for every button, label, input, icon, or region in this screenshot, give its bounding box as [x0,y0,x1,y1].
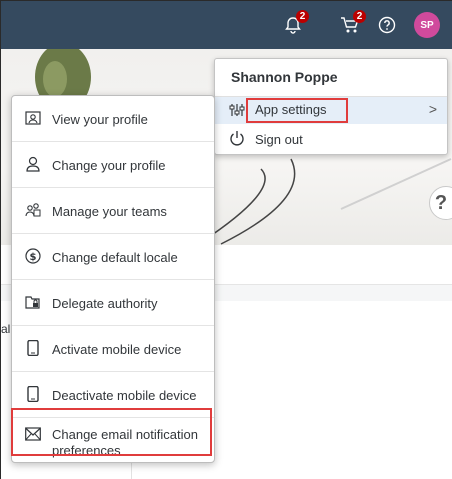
shell-bar: 2 2 SP [1,1,452,49]
user-avatar-button[interactable]: SP [414,12,440,38]
cart-button[interactable]: 2 [336,10,366,39]
menu-item-change-locale[interactable]: $ Change default locale [12,234,214,280]
menu-item-manage-teams[interactable]: Manage your teams [12,188,214,234]
notifications-button[interactable]: 2 [279,10,309,39]
menu-label: Manage your teams [52,204,167,219]
menu-item-delegate-authority[interactable]: Delegate authority [12,280,214,326]
menu-item-activate-mobile[interactable]: Activate mobile device [12,326,214,372]
chevron-right-icon: > [428,101,437,117]
menu-label: Delegate authority [52,296,158,311]
mobile-icon [27,386,39,402]
menu-label: Change default locale [52,250,178,265]
menu-item-view-profile[interactable]: View your profile [12,96,214,142]
menu-label: Activate mobile device [52,342,182,357]
notifications-badge: 2 [296,10,309,23]
truncated-label: al [1,322,11,336]
sign-out-label: Sign out [255,132,303,147]
help-button[interactable] [373,11,401,39]
help-icon [378,16,396,34]
user-name: Shannon Poppe [231,69,338,85]
menu-label: Deactivate mobile device [52,388,197,403]
menu-label: View your profile [52,112,148,127]
power-icon [230,131,244,146]
profile-card-icon [25,111,41,125]
menu-item-app-settings[interactable]: App settings > [215,96,447,124]
currency-icon: $ [25,248,41,264]
app-settings-label: App settings [255,102,327,117]
paper-clip-decoration [202,158,452,245]
menu-label: Change your profile [52,158,166,173]
email-preferences-highlight-box [11,408,212,456]
mobile-icon [27,340,39,356]
team-icon [25,203,41,217]
person-icon [26,156,40,172]
sliders-icon [229,104,245,116]
locked-folder-icon [25,296,40,309]
menu-item-change-profile[interactable]: Change your profile [12,142,214,188]
svg-text:$: $ [30,252,37,263]
cart-badge: 2 [353,10,366,23]
user-menu-popover: Shannon Poppe App settings > Sign out [214,58,448,155]
menu-item-sign-out[interactable]: Sign out [215,125,447,153]
